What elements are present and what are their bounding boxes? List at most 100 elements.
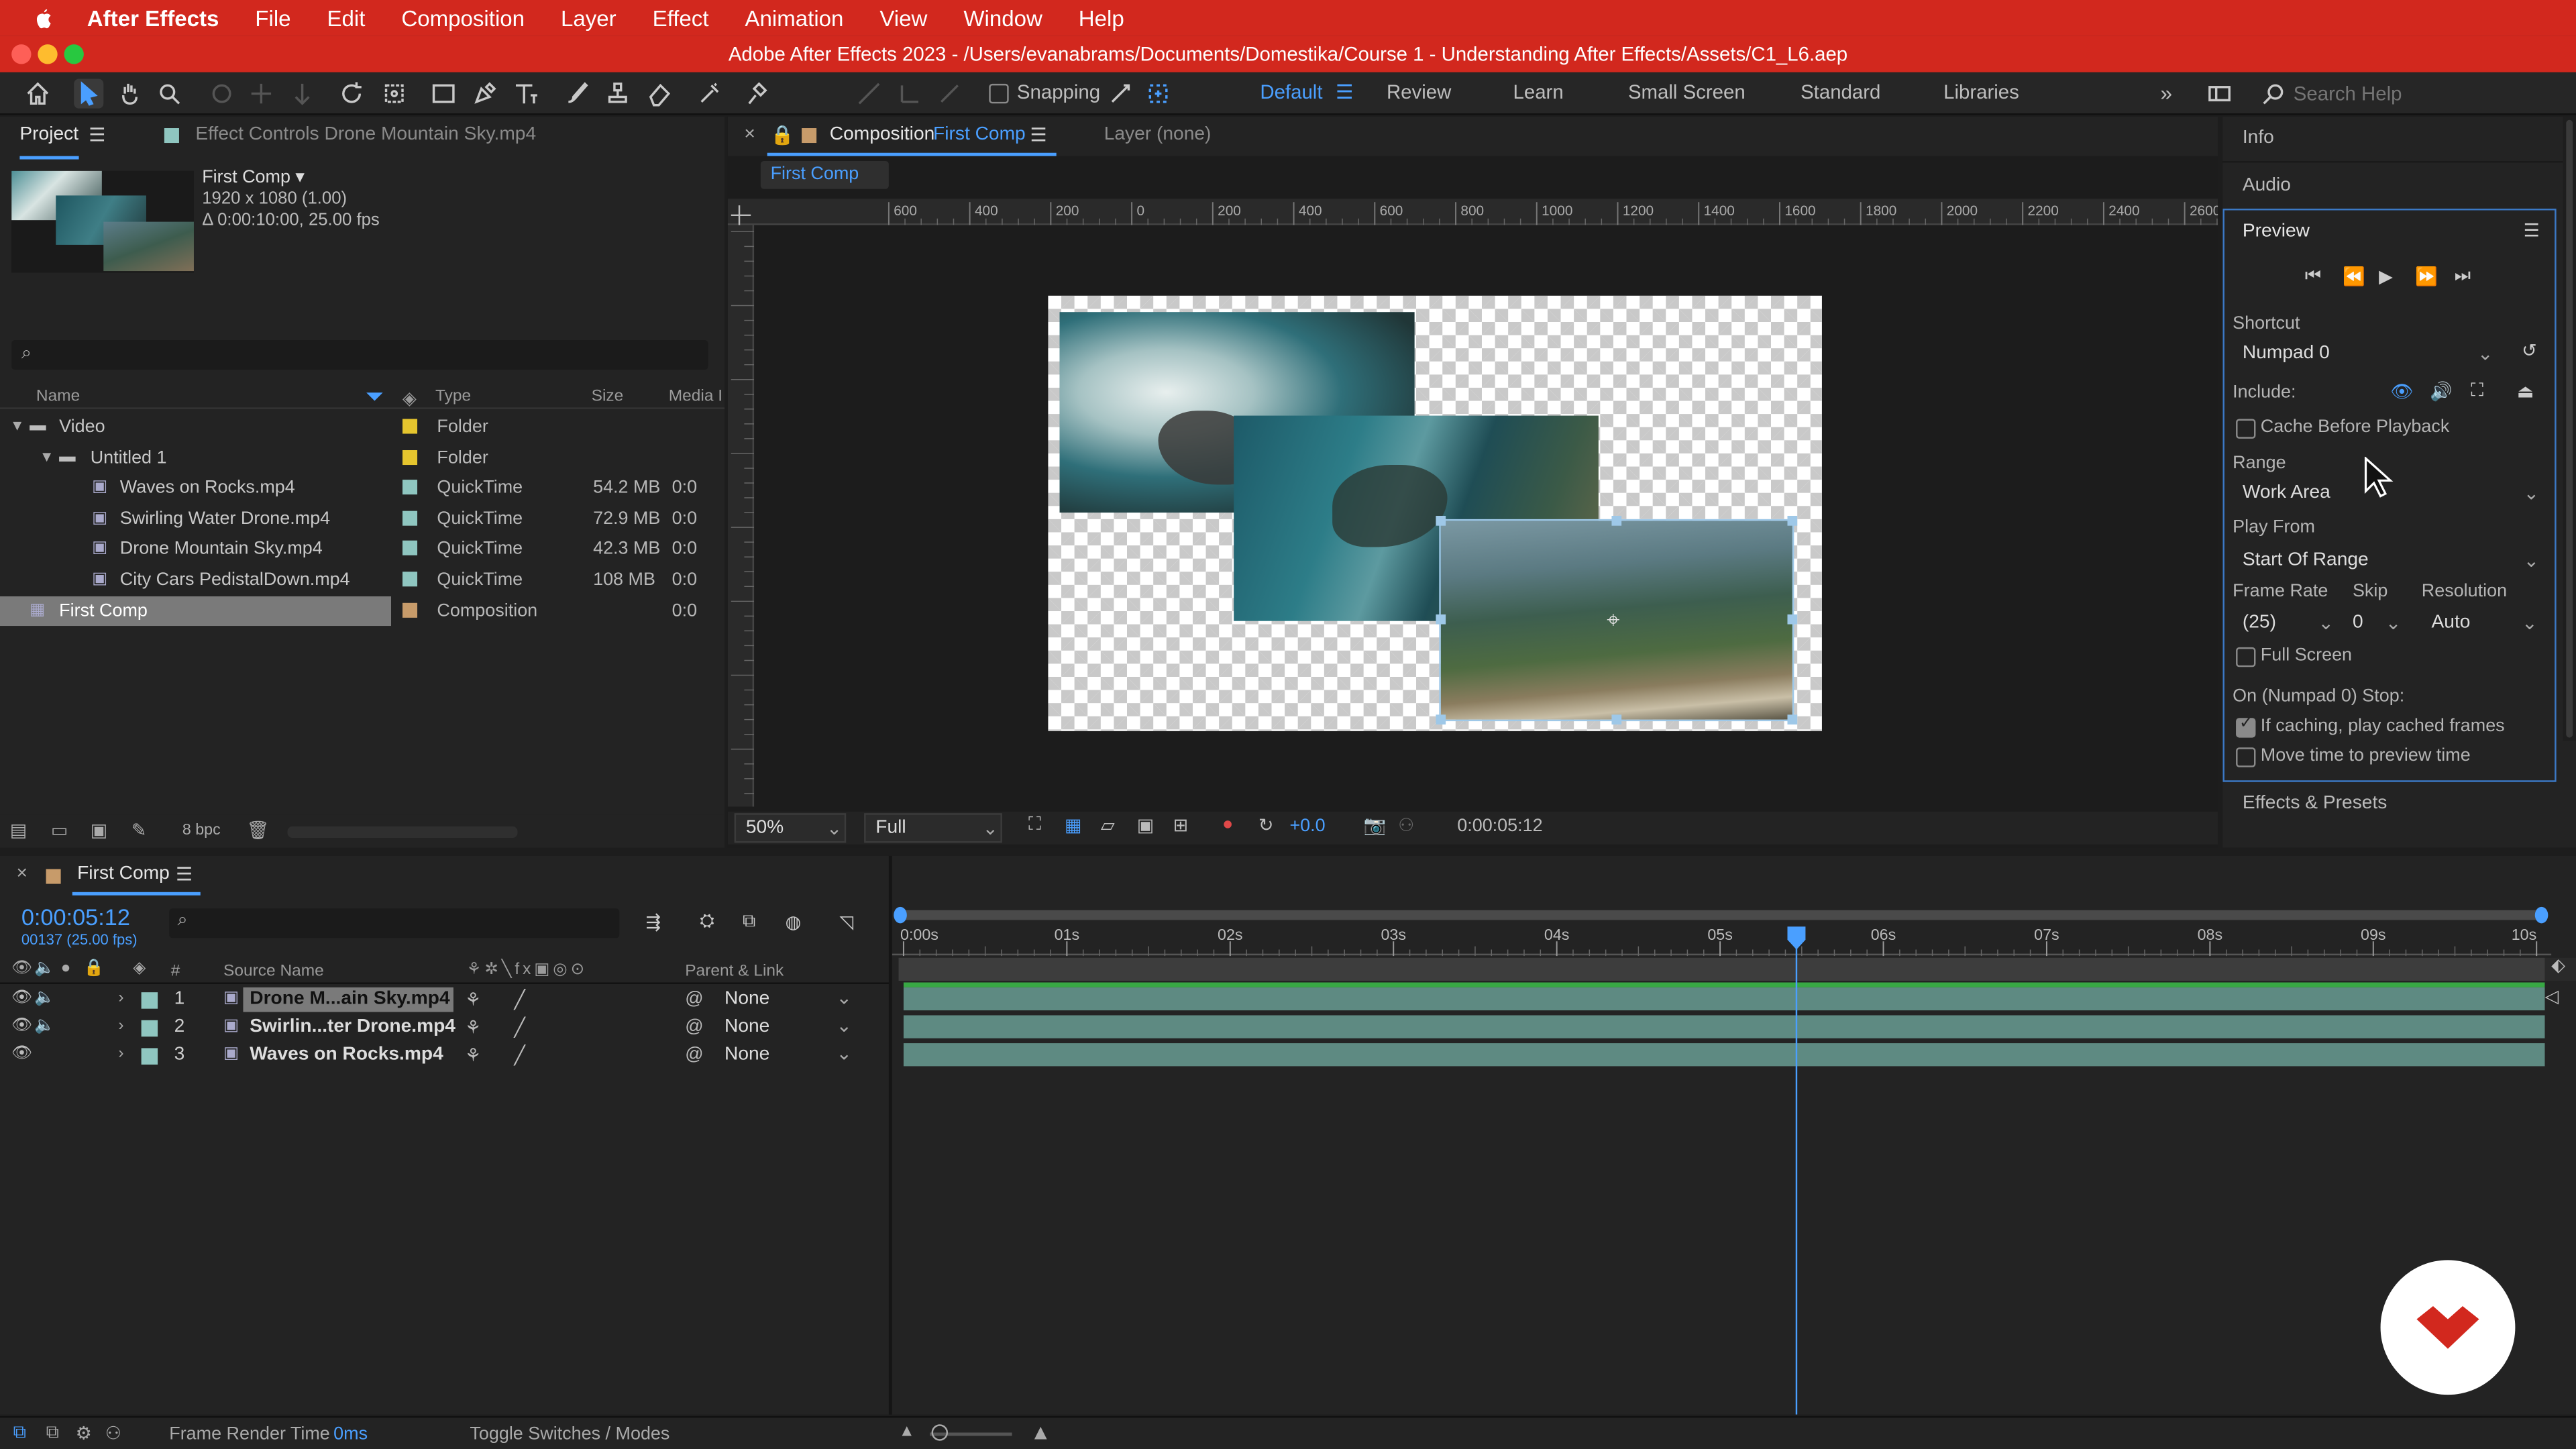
play-from-dropdown[interactable]: Start Of Range ⌄ [2233, 547, 2544, 576]
expand-layer-icon[interactable]: › [118, 1045, 123, 1063]
info-panel-header[interactable]: Info [2243, 128, 2274, 148]
resolution-preview-dropdown[interactable]: Auto ⌄ [2422, 610, 2545, 638]
project-scrollbar[interactable] [287, 826, 518, 838]
transform-handle[interactable] [1436, 515, 1446, 526]
project-search-field[interactable]: ⌕ [11, 339, 708, 370]
zoom-tool-icon[interactable] [154, 79, 184, 109]
clone-stamp-icon[interactable] [603, 79, 633, 109]
comp-panel-menu-icon[interactable]: ☰ [1030, 123, 1047, 146]
expand-layer-icon[interactable]: › [118, 1017, 123, 1035]
pan-camera-icon[interactable] [246, 79, 276, 109]
panel-layout-icon[interactable] [2205, 79, 2235, 109]
if-caching-checkbox[interactable]: ✓ [2236, 714, 2256, 738]
menu-view[interactable]: View [879, 6, 927, 31]
label-swatch[interactable] [402, 511, 418, 526]
pen-tool-icon[interactable] [470, 79, 499, 109]
pan-behind-icon[interactable] [380, 79, 409, 109]
fast-previews-icon[interactable]: ⛶ [1028, 815, 1041, 837]
orbit-camera-icon[interactable] [207, 79, 237, 109]
cache-before-playback-checkbox[interactable] [2236, 419, 2256, 439]
col-source-name[interactable]: Source Name [223, 963, 324, 981]
project-item[interactable]: ▣ Swirling Water Drone.mp4 QuickTime 72.9 M… [0, 504, 718, 533]
next-frame-icon[interactable]: ⏩ [2415, 266, 2438, 287]
tab-timeline-first-comp[interactable]: First Comp [77, 864, 170, 883]
last-frame-icon[interactable]: ⏭ [2455, 266, 2471, 288]
workspace-standard[interactable]: Standard [1801, 80, 1880, 103]
layer-label-swatch[interactable] [141, 992, 158, 1009]
menu-window[interactable]: Window [963, 6, 1042, 31]
time-ruler[interactable]: 0:00s 01s 02s 03s 04s 05s 06s 07s 08s 09s 10s [892, 923, 2552, 957]
reset-exposure-icon[interactable]: ↻ [1258, 815, 1274, 836]
work-area-end-handle[interactable] [2534, 906, 2548, 924]
timeline-layer-row[interactable]: 👁 🔈 › 1 ▣ Drone M...ain Sky.mp4 ⚘ ╱ @ None ⌄ [0, 985, 889, 1014]
quality-switch-icon[interactable]: ╱ [515, 989, 525, 1010]
interpret-footage-icon[interactable]: ▤ [10, 820, 27, 841]
snapshot-icon[interactable]: 📷 [1364, 815, 1387, 836]
zoom-out-icon[interactable]: ▲ [899, 1423, 915, 1441]
show-snapshot-icon[interactable]: ⚇ [1398, 815, 1414, 836]
lock-icon[interactable]: 🔒 [771, 123, 794, 146]
timeline-current-time[interactable]: 0:00:05:12 [21, 904, 130, 930]
col-size[interactable]: Size [592, 388, 624, 406]
in-out-panes-icon[interactable]: ⚙ [76, 1423, 92, 1444]
puppet-pin-icon[interactable] [744, 79, 773, 109]
graph-editor-icon[interactable]: ◹ [839, 912, 853, 933]
local-axis-icon[interactable] [896, 79, 925, 109]
layer-name[interactable]: Drone M...ain Sky.mp4 [250, 989, 449, 1008]
label-swatch[interactable] [402, 572, 418, 587]
render-time-icon[interactable]: ⚇ [105, 1423, 121, 1444]
col-name[interactable]: Name [36, 388, 80, 406]
draft-3d-icon[interactable]: ⛭ [700, 912, 714, 933]
menu-layer[interactable]: Layer [561, 6, 616, 31]
transform-handle[interactable] [1787, 714, 1798, 725]
layer-bar-3[interactable] [903, 1043, 2545, 1067]
transform-handle[interactable] [1611, 714, 1622, 725]
transform-handle[interactable] [1787, 515, 1798, 526]
audio-toggle-icon[interactable]: 🔈 [34, 959, 54, 977]
anchor-point-icon[interactable]: ⌖ [1607, 606, 1619, 635]
transform-handle[interactable] [1436, 614, 1446, 625]
comp-canvas[interactable]: ⌖ [1048, 295, 1822, 731]
world-axis-icon[interactable] [934, 79, 964, 109]
layer-switches-icon[interactable]: ⧉ [13, 1423, 26, 1444]
label-swatch[interactable] [402, 541, 418, 556]
menu-animation[interactable]: Animation [745, 6, 843, 31]
close-window-button[interactable] [11, 44, 32, 64]
project-item[interactable]: ▣ Waves on Rocks.mp4 QuickTime 54.2 MB 0:0 [0, 474, 718, 503]
move-time-checkbox[interactable] [2236, 747, 2256, 767]
expand-layer-icon[interactable]: › [118, 989, 123, 1007]
rotate-tool-icon[interactable] [337, 79, 366, 109]
menu-composition[interactable]: Composition [401, 6, 525, 31]
menu-edit[interactable]: Edit [327, 6, 365, 31]
quality-switch-icon[interactable]: ╱ [515, 1017, 525, 1038]
audio-panel-header[interactable]: Audio [2243, 176, 2291, 195]
disclosure-triangle-icon[interactable]: ▼ [10, 417, 25, 433]
search-help-input[interactable] [2293, 78, 2557, 109]
eye-icon[interactable]: 👁 [11, 1017, 32, 1035]
color-channels-icon[interactable]: ● [1222, 815, 1233, 835]
comp-mini-flowchart-icon[interactable]: ⇶ [645, 912, 661, 933]
zoom-window-button[interactable] [64, 44, 84, 64]
include-overlays-icon[interactable]: ⛶ [2471, 381, 2483, 402]
preview-panel-header[interactable]: Preview [2243, 222, 2310, 241]
speaker-icon[interactable]: 🔈 [34, 1017, 54, 1035]
parent-pickwhip-icon[interactable]: @ [685, 1017, 703, 1036]
layer-bar-1[interactable] [903, 987, 2545, 1011]
project-item[interactable]: ▼ ▬ Video Folder [0, 413, 718, 442]
new-comp-icon[interactable]: ▣ [91, 820, 107, 841]
eye-icon[interactable]: 👁 [11, 989, 32, 1007]
first-frame-icon[interactable]: ⏮ [2305, 266, 2321, 288]
grid-guides-icon[interactable]: ⊞ [1173, 815, 1189, 836]
skip-dropdown[interactable]: 0 ⌄ [2343, 610, 2405, 638]
layer-end-marker-icon[interactable]: ◁ [2544, 985, 2559, 1007]
type-tool-icon[interactable] [511, 79, 541, 109]
resolution-dropdown[interactable]: Full ⌄ [864, 813, 1002, 843]
snap-options-icon[interactable] [1106, 79, 1135, 109]
switches-icons[interactable]: ⚘✲╲fx▣◎⊙ [467, 961, 588, 979]
sort-arrow-icon[interactable] [366, 392, 383, 401]
tab-layer[interactable]: Layer (none) [1104, 125, 1212, 144]
timeline-layer-row[interactable]: 👁 › 3 ▣ Waves on Rocks.mp4 ⚘ ╱ @ None ⌄ [0, 1042, 889, 1070]
snap-target-icon[interactable] [1143, 79, 1173, 109]
shy-layers-icon[interactable]: ⧉ [743, 912, 755, 933]
brush-tool-icon[interactable] [562, 79, 592, 109]
